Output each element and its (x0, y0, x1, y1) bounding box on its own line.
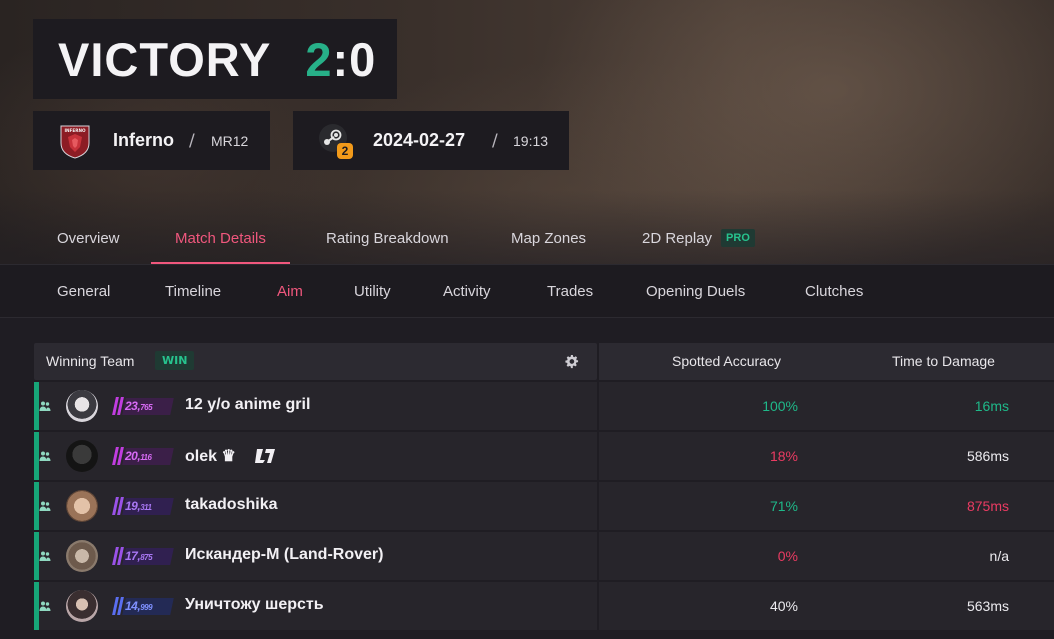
subtab-utility[interactable]: Utility (354, 265, 391, 317)
avatar[interactable] (66, 490, 98, 522)
rating-badge: 23,765 (112, 395, 174, 417)
rating-small: 765 (140, 403, 153, 412)
subtab-clutches[interactable]: Clutches (805, 265, 863, 317)
time-to-damage-value: 563ms (966, 598, 1009, 614)
table-row[interactable]: 19,311 takadoshika 71% 875ms (34, 482, 1054, 530)
team-label: Winning Team (46, 353, 135, 369)
rating-main: 20, (125, 449, 141, 463)
rating-small: 999 (140, 603, 153, 612)
match-result-header: VICTORY 2:0 (33, 19, 397, 99)
column-spotted-accuracy[interactable]: Spotted Accuracy (672, 353, 781, 369)
win-badge: WIN (155, 351, 195, 370)
score-team: 2 (305, 32, 333, 86)
inferno-map-icon: INFERNO (60, 125, 90, 159)
rating-main: 19, (125, 499, 141, 513)
rating-small: 875 (140, 553, 153, 562)
player-name[interactable]: Уничтожу шерсть (185, 596, 324, 614)
column-time-to-damage[interactable]: Time to Damage (892, 353, 995, 369)
team-icon (39, 401, 51, 411)
table-row[interactable]: 14,999 Уничтожу шерсть 40% 563ms (34, 582, 1054, 630)
subtab-aim[interactable]: Aim (277, 265, 303, 317)
player-name[interactable]: takadoshika (185, 496, 277, 514)
pro-badge: PRO (721, 229, 755, 247)
steam-cs2-icon: 2 (319, 124, 353, 159)
gear-icon[interactable] (564, 354, 579, 369)
subtab-trades[interactable]: Trades (547, 265, 593, 317)
tab-overview[interactable]: Overview (57, 212, 120, 264)
avatar[interactable] (66, 540, 98, 572)
avatar[interactable] (66, 390, 98, 422)
rating-main: 23, (125, 399, 141, 413)
avatar[interactable] (66, 590, 98, 622)
time-to-damage-value: 16ms (974, 398, 1009, 414)
subtab-activity[interactable]: Activity (443, 265, 491, 317)
match-mode: MR12 (211, 133, 249, 149)
team-icon (39, 551, 51, 561)
spotted-accuracy-value: 71% (769, 498, 798, 514)
subtab-timeline[interactable]: Timeline (165, 265, 221, 317)
tab-match-details[interactable]: Match Details (151, 212, 290, 264)
match-date-info: 2 2024-02-27 / 19:13 (293, 111, 569, 170)
tab-2d-replay-label: 2D Replay (642, 229, 713, 247)
spotted-accuracy-value: 100% (762, 398, 798, 414)
time-to-damage-value: 875ms (966, 498, 1009, 514)
rating-main: 14, (125, 599, 141, 613)
rating-badge: 20,116 (112, 445, 174, 467)
spotted-accuracy-value: 18% (769, 448, 798, 464)
rating-badge: 17,875 (112, 545, 174, 567)
match-date: 2024-02-27 (373, 130, 466, 150)
stats-header: Spotted Accuracy Time to Damage (599, 343, 1054, 380)
team-icon (39, 501, 51, 511)
team-icon (39, 601, 51, 611)
map-info: INFERNO Inferno / MR12 (33, 111, 270, 170)
rating-badge: 19,311 (112, 495, 174, 517)
time-to-damage-value: n/a (989, 548, 1009, 564)
player-name[interactable]: 12 y/o anime gril (185, 396, 310, 414)
team-header: Winning Team WIN (34, 343, 597, 380)
rating-badge: 14,999 (112, 595, 174, 617)
player-name[interactable]: olek ♛ (185, 446, 236, 466)
result-label: VICTORY (58, 32, 272, 86)
subtab-opening-duels[interactable]: Opening Duels (646, 265, 745, 317)
date-separator: / (492, 131, 498, 151)
player-name[interactable]: Искандер-М (Land-Rover) (185, 546, 383, 564)
map-name: Inferno (113, 130, 174, 150)
sub-tabs: General Timeline Aim Utility Activity Tr… (0, 264, 1054, 318)
subtab-general[interactable]: General (57, 265, 110, 317)
table-row[interactable]: 17,875 Искандер-М (Land-Rover) 0% n/a (34, 532, 1054, 580)
score-separator: : (332, 32, 350, 86)
platform-badge: 2 (342, 144, 349, 158)
rating-small: 311 (140, 503, 152, 512)
table-row[interactable]: 20,116 olek ♛ 18% 586ms (34, 432, 1054, 480)
match-time: 19:13 (513, 133, 549, 149)
map-separator: / (189, 131, 195, 151)
rating-main: 17, (125, 549, 141, 563)
rating-small: 116 (140, 453, 152, 462)
spotted-accuracy-value: 40% (769, 598, 798, 614)
avatar[interactable] (66, 440, 98, 472)
table-row[interactable]: 23,765 12 y/o anime gril 100% 16ms (34, 382, 1054, 430)
team-logo-icon (255, 449, 275, 463)
time-to-damage-value: 586ms (966, 448, 1009, 464)
score-enemy: 0 (349, 32, 377, 86)
map-logo-text: INFERNO (64, 128, 86, 133)
spotted-accuracy-value: 0% (777, 548, 798, 564)
main-tabs: Overview Match Details Rating Breakdown … (0, 212, 1054, 264)
tab-map-zones[interactable]: Map Zones (511, 212, 586, 264)
tab-rating-breakdown[interactable]: Rating Breakdown (326, 212, 449, 264)
team-icon (39, 451, 51, 461)
tab-2d-replay[interactable]: 2D Replay PRO (642, 212, 755, 264)
